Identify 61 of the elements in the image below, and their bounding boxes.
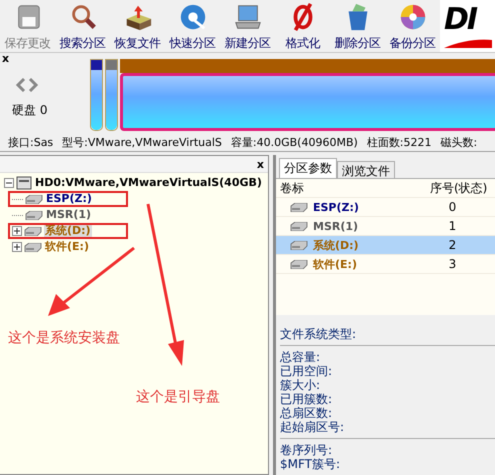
- toolbar-button[interactable]: 备份分区: [385, 0, 440, 52]
- table-row[interactable]: 系统(D:) 2: [276, 236, 495, 255]
- nav-arrows-icon[interactable]: [16, 78, 38, 92]
- collapse-icon[interactable]: [4, 178, 14, 188]
- detail-label: 已用簇数:: [280, 392, 334, 406]
- detail-label: 起始扇区号:: [280, 420, 346, 434]
- tree-item[interactable]: HD0:VMware,VMwareVirtualS(40GB): [34, 177, 263, 189]
- number-cell-text: 0: [448, 200, 458, 214]
- close-button[interactable]: x: [2, 53, 10, 64]
- detail-label: 簇大小:: [280, 378, 322, 392]
- toolbar-button[interactable]: 删除分区: [330, 0, 385, 52]
- swoosh-icon: [444, 38, 492, 48]
- toolbar-button[interactable]: 恢复文件: [110, 0, 165, 52]
- disk-label: 硬盘 0: [12, 102, 48, 119]
- tree-item[interactable]: 系统(D:): [44, 225, 92, 237]
- volume-cell: ESP(Z:): [276, 200, 426, 214]
- volume-cell: 软件(E:): [276, 256, 426, 272]
- tree-item[interactable]: 软件(E:): [44, 241, 90, 253]
- number-cell-text: 3: [448, 257, 458, 271]
- disk-info-text: 接口:Sas: [8, 134, 54, 150]
- detail-label: 总容量:: [280, 350, 322, 364]
- table-row[interactable]: 软件(E:) 3: [276, 255, 495, 274]
- toolbar-button[interactable]: 搜索分区: [55, 0, 110, 52]
- drive-icon: [290, 240, 308, 250]
- tab[interactable]: 分区参数: [279, 158, 337, 178]
- annotation-text: 这个是引导盘: [136, 388, 220, 406]
- disk-info-text: 柱面数:5221: [366, 134, 432, 150]
- toolbar-button[interactable]: 格式化: [275, 0, 330, 52]
- tree-item[interactable]: ESP(Z:): [45, 193, 93, 205]
- toolbar-button[interactable]: 快速分区: [165, 0, 220, 52]
- drive-icon: [24, 226, 42, 236]
- toolbar-button[interactable]: 新建分区: [220, 0, 275, 52]
- volume-cell: MSR(1): [276, 220, 426, 232]
- detail-label: 卷序列号:: [280, 443, 334, 457]
- expand-icon[interactable]: [12, 226, 22, 236]
- detail-label: 已用空间:: [280, 364, 334, 378]
- table-row[interactable]: ESP(Z:) 0: [276, 198, 495, 217]
- partition-bar[interactable]: [90, 59, 103, 131]
- number-cell-text: 1: [448, 219, 458, 233]
- detail-label: 总扇区数:: [280, 406, 334, 420]
- tab[interactable]: 浏览文件: [337, 161, 395, 178]
- drive-icon: [290, 260, 308, 268]
- column-header[interactable]: 序号(状态): [426, 180, 495, 196]
- tree-item[interactable]: MSR(1): [45, 209, 92, 221]
- drive-icon: [290, 222, 308, 230]
- drive-icon: [25, 210, 43, 220]
- drive-icon: [290, 202, 308, 212]
- number-cell-text: 2: [448, 238, 458, 252]
- close-button[interactable]: x: [256, 158, 264, 170]
- drive-icon: [24, 242, 42, 252]
- expand-icon[interactable]: [12, 242, 22, 252]
- disk-info-text: 容量:40.0GB(40960MB): [230, 134, 358, 150]
- disk-info-text: 型号:VMware,VMwareVirtualS: [62, 134, 222, 150]
- logo-text: DI: [444, 4, 478, 36]
- drive-icon: [25, 194, 43, 204]
- detail-label: $MFT簇号:: [280, 457, 342, 471]
- detail-label: 文件系统类型:: [280, 327, 358, 341]
- column-header[interactable]: 卷标: [276, 180, 426, 196]
- disk-info-text: 磁头数:: [440, 134, 478, 150]
- volume-cell: 系统(D:): [276, 238, 426, 252]
- annotation-text: 这个是系统安装盘: [8, 329, 120, 347]
